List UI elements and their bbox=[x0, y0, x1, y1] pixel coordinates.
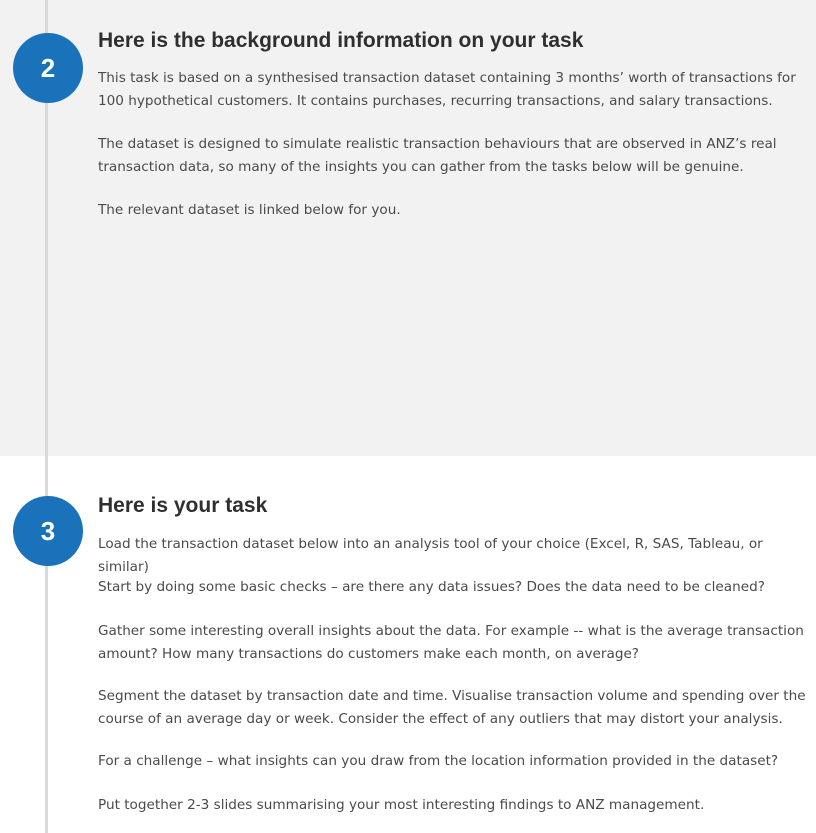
task-paragraph-1: Load the transaction dataset below into … bbox=[98, 536, 763, 575]
background-paragraph-2: The dataset is designed to simulate real… bbox=[98, 136, 777, 175]
step-2-badge: 2 bbox=[13, 33, 83, 103]
task-paragraph-4: Segment the dataset by transaction date … bbox=[98, 688, 806, 727]
background-paragraph-1: This task is based on a synthesised tran… bbox=[98, 70, 796, 109]
task-paragraph-5: For a challenge – what insights can you … bbox=[98, 753, 779, 769]
task-paragraph-2: Start by doing some basic checks – are t… bbox=[98, 579, 765, 595]
task-heading: Here is your task bbox=[98, 494, 268, 517]
background-info-heading: Here is the background information on yo… bbox=[98, 29, 584, 52]
task-paragraph-3: Gather some interesting overall insights… bbox=[98, 623, 804, 662]
background-paragraph-3: The relevant dataset is linked below for… bbox=[98, 202, 401, 218]
timeline-line bbox=[45, 0, 48, 833]
task-paragraph-6: Put together 2-3 slides summarising your… bbox=[98, 797, 705, 813]
step-3-badge: 3 bbox=[13, 496, 83, 566]
